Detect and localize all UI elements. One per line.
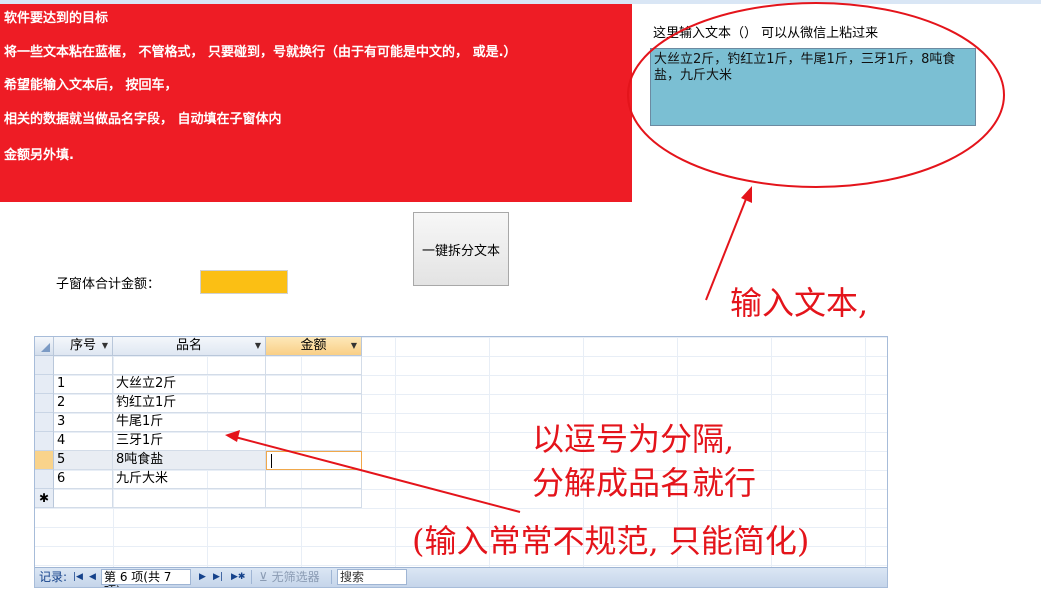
record-navigation-bar: 记录: |◀ ◀ 第 6 项(共 7 项) ▶ ▶| ▶✱ ⊻ 无筛选器 搜索 [35,567,887,587]
column-header-amount[interactable]: 金额 ▼ [266,337,362,356]
cell-amount[interactable] [266,432,362,451]
cell-name[interactable]: 九斤大米 [113,470,266,489]
cell-no[interactable] [54,356,113,375]
cell-name[interactable]: 牛尾1斤 [113,413,266,432]
last-record-icon[interactable]: ▶| [213,568,223,586]
cell-amount[interactable] [266,356,362,375]
select-all-corner[interactable] [35,337,54,356]
cell-no[interactable] [54,489,113,508]
column-header-name-label: 品名 [175,338,202,353]
nav-divider [251,570,252,584]
paste-text-input[interactable]: 大丝立2斤，钓红立1斤，牛尾1斤，三牙1斤，8吨食盐，九斤大米 [650,48,976,126]
table-row-new[interactable]: ✱ [35,489,362,508]
requirements-note-panel: 软件要达到的目标 将一些文本粘在蓝框， 不管格式， 只要碰到，号就换行（由于有可… [0,4,632,202]
row-selector[interactable] [35,451,54,470]
cell-name[interactable] [113,356,266,375]
row-selector[interactable] [35,432,54,451]
chevron-down-icon[interactable]: ▼ [102,337,108,355]
row-selector[interactable] [35,356,54,375]
cell-no[interactable]: 1 [54,375,113,394]
column-header-no-label: 序号 [69,338,96,353]
cell-no[interactable]: 3 [54,413,113,432]
cell-no[interactable]: 5 [54,451,113,470]
row-selector[interactable] [35,413,54,432]
subform-total-field[interactable] [200,270,288,294]
text-input-label: 这里输入文本（） 可以从微信上粘过来 [653,26,879,41]
table-row-current[interactable]: 5 8吨食盐 [35,451,362,470]
current-record-field[interactable]: 第 6 项(共 7 项) [101,569,191,587]
cell-name[interactable]: 三牙1斤 [113,432,266,451]
cell-name[interactable] [113,489,266,508]
table-row[interactable]: 4 三牙1斤 [35,432,362,451]
new-record-nav-icon[interactable]: ▶✱ [231,568,245,586]
cell-name[interactable]: 钓红立1斤 [113,394,266,413]
note-line-1: 软件要达到的目标 [4,11,109,26]
row-selector[interactable] [35,375,54,394]
column-header-amount-label: 金额 [300,338,327,353]
row-selector[interactable] [35,470,54,489]
column-header-name[interactable]: 品名 ▼ [113,337,266,356]
cell-amount[interactable] [266,413,362,432]
table-row[interactable]: 6 九斤大米 [35,470,362,489]
cell-no[interactable]: 6 [54,470,113,489]
annotation-simplify: (输入常常不规范, 只能简化) [412,522,810,560]
cell-no[interactable]: 4 [54,432,113,451]
column-header-no[interactable]: 序号 ▼ [54,337,113,356]
arrow-head [741,186,752,203]
cell-amount-editing[interactable] [266,451,362,470]
filter-label: 无筛选器 [271,570,320,584]
chevron-down-icon[interactable]: ▼ [255,337,261,355]
first-record-icon[interactable]: |◀ [73,568,83,586]
note-line-4: 相关的数据就当做品名字段， 自动填在子窗体内 [4,112,282,127]
note-line-3: 希望能输入文本后， 按回车， [4,78,178,93]
split-text-button[interactable]: 一键拆分文本 [413,212,509,286]
annotation-split-line-2: 分解成品名就行 [532,464,757,502]
row-selector[interactable] [35,394,54,413]
nav-divider [331,570,332,584]
cell-name[interactable]: 8吨食盐 [113,451,266,470]
note-line-5: 金额另外填. [4,148,74,163]
record-nav-label: 记录: [39,570,68,584]
cell-amount[interactable] [266,489,362,508]
previous-record-icon[interactable]: ◀ [89,568,96,586]
table-row[interactable] [35,356,362,375]
search-input[interactable]: 搜索 [337,569,407,585]
next-record-icon[interactable]: ▶ [199,568,206,586]
cell-no[interactable]: 2 [54,394,113,413]
note-line-2: 将一些文本粘在蓝框， 不管格式， 只要碰到，号就换行（由于有可能是中文的， 或是… [4,45,517,60]
annotation-split-line-1: 以逗号为分隔, [532,420,735,458]
table-row[interactable]: 2 钓红立1斤 [35,394,362,413]
cell-amount[interactable] [266,470,362,489]
table-row[interactable]: 3 牛尾1斤 [35,413,362,432]
new-record-icon[interactable]: ✱ [35,489,54,508]
text-caret [271,453,272,468]
table-row[interactable]: 1 大丝立2斤 [35,375,362,394]
cell-amount[interactable] [266,394,362,413]
annotation-input-text: 输入文本, [730,284,869,322]
cell-name[interactable]: 大丝立2斤 [113,375,266,394]
funnel-icon: ⊻ [259,570,268,584]
cell-amount[interactable] [266,375,362,394]
chevron-down-icon[interactable]: ▼ [351,337,357,355]
filter-toggle[interactable]: ⊻ 无筛选器 [259,568,320,586]
subform-total-label: 子窗体合计金额： [56,277,161,292]
